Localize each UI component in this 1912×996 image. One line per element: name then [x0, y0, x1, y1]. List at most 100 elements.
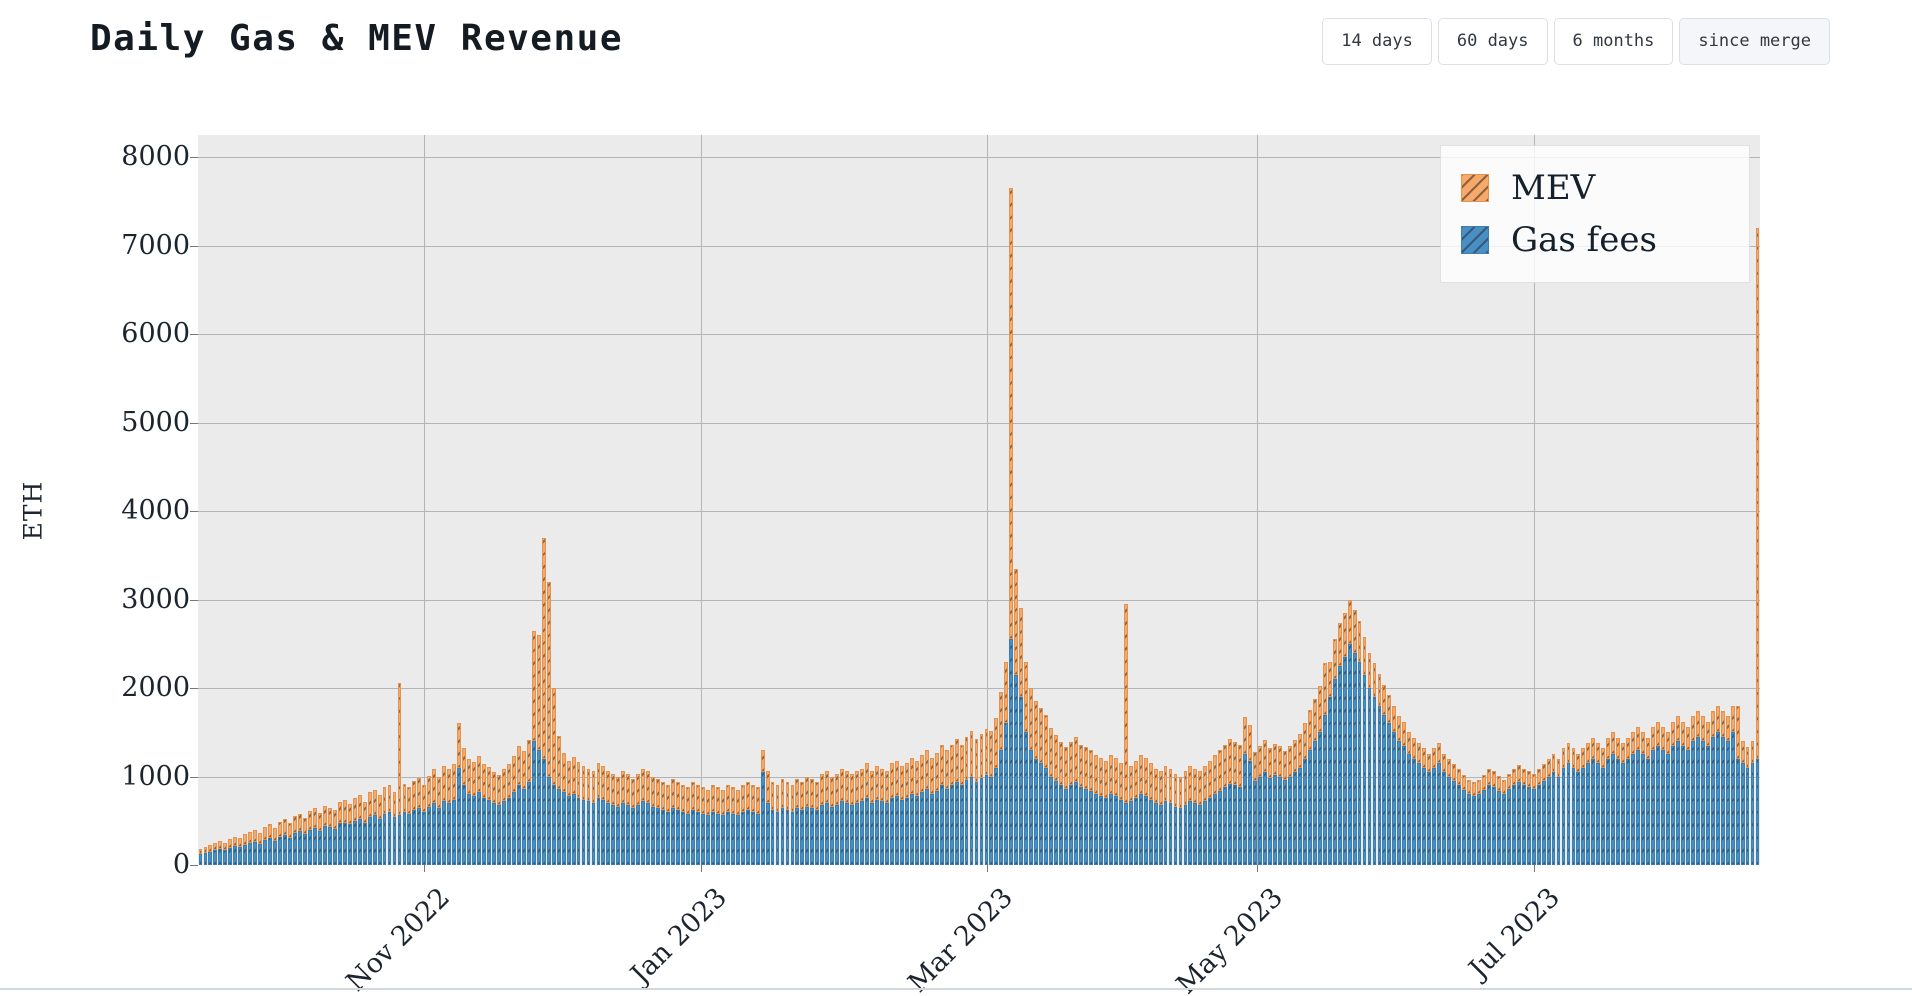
bar-segment-mev [1258, 745, 1262, 777]
bar-column [1397, 135, 1402, 865]
bar-segment-gas-fees [1651, 749, 1655, 865]
bar-segment-mev [1203, 765, 1208, 802]
bar-segment-mev [1178, 776, 1183, 809]
range-button-14-days[interactable]: 14 days [1322, 18, 1432, 66]
bar-segment-mev [1516, 765, 1521, 782]
bar-segment-mev [1059, 742, 1063, 786]
bar-segment-mev [1153, 768, 1158, 804]
bar-column [651, 135, 656, 865]
y-axis-tick-label: 6000 [121, 318, 190, 350]
bar-column [1203, 135, 1208, 865]
bar-segment-mev [1680, 721, 1685, 746]
bar-column [1382, 135, 1387, 865]
bar-segment-gas-fees [1526, 787, 1531, 865]
bar-segment-gas-fees [815, 810, 820, 865]
bar-segment-mev [1511, 769, 1516, 786]
bar-segment-mev [641, 768, 646, 802]
bar-column [800, 135, 805, 865]
bar-segment-gas-fees [1088, 790, 1093, 865]
bar-column [1079, 135, 1083, 865]
bar-segment-mev [850, 773, 855, 805]
bar-segment-gas-fees [924, 788, 929, 865]
bar-segment-gas-fees [501, 801, 506, 865]
bar-segment-gas-fees [631, 808, 636, 865]
bar-segment-gas-fees [566, 795, 571, 865]
bar-segment-gas-fees [1511, 785, 1516, 865]
bar-segment-mev [964, 736, 969, 781]
bar-column [740, 135, 745, 865]
bar-segment-gas-fees [298, 831, 302, 865]
bar-column [1307, 135, 1312, 865]
bar-segment-gas-fees [1317, 732, 1322, 865]
bar-segment-gas-fees [1452, 780, 1456, 865]
bar-column [795, 135, 800, 865]
bar-segment-gas-fees [890, 797, 894, 865]
range-button-60-days[interactable]: 60 days [1437, 18, 1548, 66]
bar-segment-gas-fees [332, 828, 337, 865]
bar-column [1312, 135, 1317, 865]
bar-segment-mev [1755, 227, 1760, 759]
bar-segment-mev [800, 781, 805, 811]
bar-segment-gas-fees [571, 794, 576, 865]
bar-segment-mev [909, 757, 914, 795]
bar-segment-mev [830, 776, 835, 807]
bar-segment-gas-fees [671, 808, 675, 865]
bar-segment-gas-fees [521, 788, 526, 865]
bar-segment-mev [521, 750, 526, 789]
bar-segment-gas-fees [303, 834, 307, 865]
bar-segment-gas-fees [263, 840, 268, 865]
range-button-6-months[interactable]: 6 months [1553, 18, 1674, 66]
legend-item-mev[interactable]: MEV [1461, 162, 1739, 214]
bar-segment-mev [606, 771, 611, 804]
bar-segment-mev [1636, 726, 1641, 750]
bar-segment-mev [810, 779, 815, 809]
bar-column [725, 135, 730, 865]
bar-segment-gas-fees [258, 843, 263, 865]
bar-segment-mev [1282, 750, 1287, 781]
bar-column [1044, 135, 1049, 865]
bar-column [1432, 135, 1437, 865]
bar-segment-gas-fees [919, 792, 924, 865]
bar-segment-mev [1098, 757, 1103, 796]
legend-item-gas[interactable]: Gas fees [1461, 214, 1739, 266]
bar-column [934, 135, 939, 865]
bar-column [606, 135, 611, 865]
bar-segment-mev [860, 768, 865, 802]
bar-column [1158, 135, 1163, 865]
bar-segment-gas-fees [477, 792, 481, 865]
bar-segment-gas-fees [1113, 795, 1118, 865]
bar-column [616, 135, 621, 865]
bar-column [870, 135, 874, 865]
bar-column [497, 135, 501, 865]
bar-segment-mev [1273, 743, 1277, 775]
bar-column [203, 135, 208, 865]
bar-segment-gas-fees [1093, 794, 1098, 865]
bar-segment-gas-fees [1442, 772, 1447, 865]
bar-segment-gas-fees [322, 826, 327, 865]
bar-segment-gas-fees [1656, 745, 1660, 865]
y-axis-tick-mark [190, 865, 198, 866]
bar-column [825, 135, 830, 865]
bar-segment-gas-fees [526, 781, 531, 865]
bar-segment-mev [228, 838, 233, 848]
bar-segment-mev [352, 797, 357, 821]
bar-column [591, 135, 596, 865]
bar-segment-gas-fees [1715, 732, 1720, 865]
bar-segment-mev [1173, 773, 1178, 807]
bar-segment-gas-fees [1223, 787, 1228, 865]
bar-segment-mev [959, 744, 964, 786]
bar-segment-gas-fees [661, 810, 666, 865]
bar-segment-mev [213, 842, 218, 851]
bar-column [1317, 135, 1322, 865]
bar-segment-gas-fees [616, 806, 621, 865]
bar-segment-gas-fees [606, 803, 611, 865]
bar-segment-mev [1407, 732, 1412, 755]
bar-segment-gas-fees [1327, 696, 1332, 865]
range-button-since-merge[interactable]: since merge [1679, 18, 1830, 66]
bar-segment-gas-fees [1238, 787, 1243, 865]
bar-column [506, 135, 511, 865]
bar-segment-mev [332, 810, 337, 829]
y-axis-tick-mark [190, 776, 198, 778]
bar-column [1243, 135, 1248, 865]
bar-segment-gas-fees [820, 804, 825, 865]
